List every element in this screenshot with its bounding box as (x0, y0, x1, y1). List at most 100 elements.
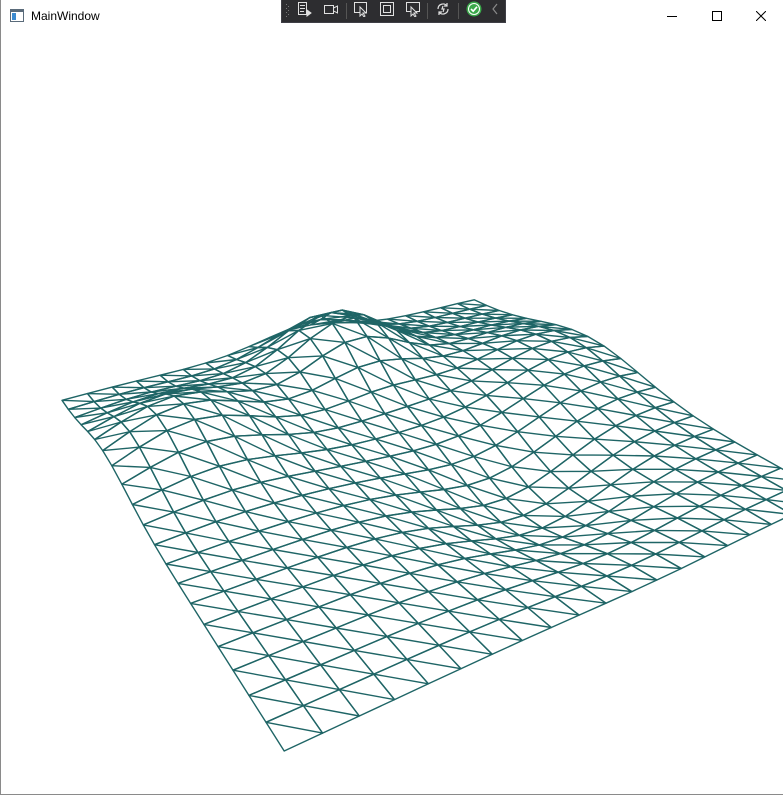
mesh-cell (538, 536, 585, 555)
mesh-cell (252, 618, 304, 657)
close-button[interactable] (738, 0, 783, 32)
mesh-cell (585, 510, 632, 535)
mesh-cell (630, 553, 682, 581)
mesh-cell (557, 562, 608, 587)
mesh-cell (583, 532, 632, 555)
mesh-cell (510, 559, 559, 582)
mesh-cell (437, 557, 486, 583)
mesh-cell (258, 520, 304, 551)
mesh-cell (470, 368, 509, 397)
track-focused-element-button[interactable] (320, 1, 342, 21)
mesh-cell (321, 341, 359, 380)
mesh-cell (607, 519, 656, 544)
mesh-cell (215, 510, 260, 543)
hot-reload-button[interactable] (432, 1, 454, 21)
mesh-cell (244, 502, 289, 532)
title-bar[interactable]: MainWindow (1, 0, 783, 32)
mesh-cell (409, 564, 458, 593)
mesh-cell (276, 371, 313, 400)
mesh-cell (260, 475, 303, 504)
mesh-lines (61, 299, 783, 752)
mesh-cell (210, 559, 257, 592)
xaml-debug-toolbar (281, 0, 506, 23)
mesh-cell (527, 596, 580, 629)
mesh-cell (438, 631, 493, 670)
binding-status-button[interactable] (463, 1, 485, 21)
mesh-cell (744, 498, 783, 526)
mesh-cell (527, 358, 566, 386)
mesh-cell (630, 506, 679, 532)
mesh-cell (301, 529, 348, 558)
select-element-button[interactable] (350, 1, 372, 21)
mesh-cell (501, 397, 540, 433)
mesh-cell (379, 572, 430, 604)
main-window: MainWindow (0, 0, 783, 795)
mesh-cell (142, 511, 187, 546)
mesh-cell (610, 468, 655, 497)
mesh-cell (740, 475, 783, 501)
collapse-toolbar-button[interactable] (487, 1, 503, 21)
mesh-cell (353, 635, 408, 675)
track-focused-element-on-screen-button[interactable] (402, 1, 424, 21)
mesh-cell (506, 369, 545, 400)
mesh-cell (406, 398, 445, 427)
mesh-cell (765, 491, 783, 511)
mesh-cell (479, 411, 519, 447)
wireframe-mesh (61, 299, 783, 752)
mesh-cell (457, 424, 497, 458)
mesh-cell (166, 418, 208, 453)
mesh-cell (476, 589, 529, 621)
mesh-cell (318, 594, 369, 629)
mesh-cell (693, 428, 736, 451)
mesh-cell (270, 586, 320, 621)
mesh-cell (533, 435, 574, 473)
mesh-cell (485, 382, 524, 414)
mesh-cell (161, 475, 205, 513)
mesh-cell (435, 435, 475, 466)
mesh-cell (299, 355, 336, 391)
binding-status-ok-icon (466, 1, 482, 22)
mesh-cell (287, 470, 330, 496)
mesh-cell (504, 580, 556, 609)
mesh-cell (653, 468, 699, 495)
mesh-cell (760, 467, 783, 490)
mesh-cell (597, 398, 637, 427)
mesh-cell (606, 564, 658, 593)
mesh-cell (469, 618, 523, 655)
mesh-cell (177, 570, 225, 605)
mesh-cell (655, 541, 706, 570)
mesh-cell (630, 529, 680, 555)
mesh-cell (678, 530, 729, 558)
mesh-cell (315, 504, 360, 531)
mesh-cell (316, 546, 364, 577)
minimize-button[interactable] (649, 0, 695, 32)
mesh-cell (449, 380, 488, 408)
mesh-cell (309, 322, 346, 357)
display-layout-adorners-button[interactable] (376, 1, 398, 21)
mesh-cell (370, 384, 408, 415)
mesh-cell (384, 405, 423, 434)
mesh-cell (189, 590, 239, 626)
mesh-cell (469, 304, 500, 315)
mesh-cell (173, 499, 217, 534)
mesh-cell (550, 454, 592, 489)
mesh-cell (580, 575, 633, 604)
mesh-cell (202, 489, 247, 523)
mesh-cell (456, 358, 493, 382)
3d-viewport[interactable] (2, 32, 783, 794)
go-to-live-visual-tree-button[interactable] (293, 1, 315, 21)
mesh-cell (149, 451, 192, 491)
track-focused-element-on-screen-icon (405, 1, 421, 22)
mesh-cell (373, 658, 430, 701)
maximize-button[interactable] (694, 0, 740, 32)
mesh-cell (580, 381, 619, 410)
mesh-cell (237, 598, 288, 634)
app-icon (10, 9, 24, 22)
mesh-cell (287, 512, 332, 541)
mesh-cell (121, 466, 163, 506)
mesh-cell (456, 572, 507, 601)
mesh-cell (203, 610, 254, 648)
toolbar-grip[interactable] (286, 3, 290, 19)
mesh-cell (653, 493, 701, 519)
mesh-cell (367, 602, 419, 638)
